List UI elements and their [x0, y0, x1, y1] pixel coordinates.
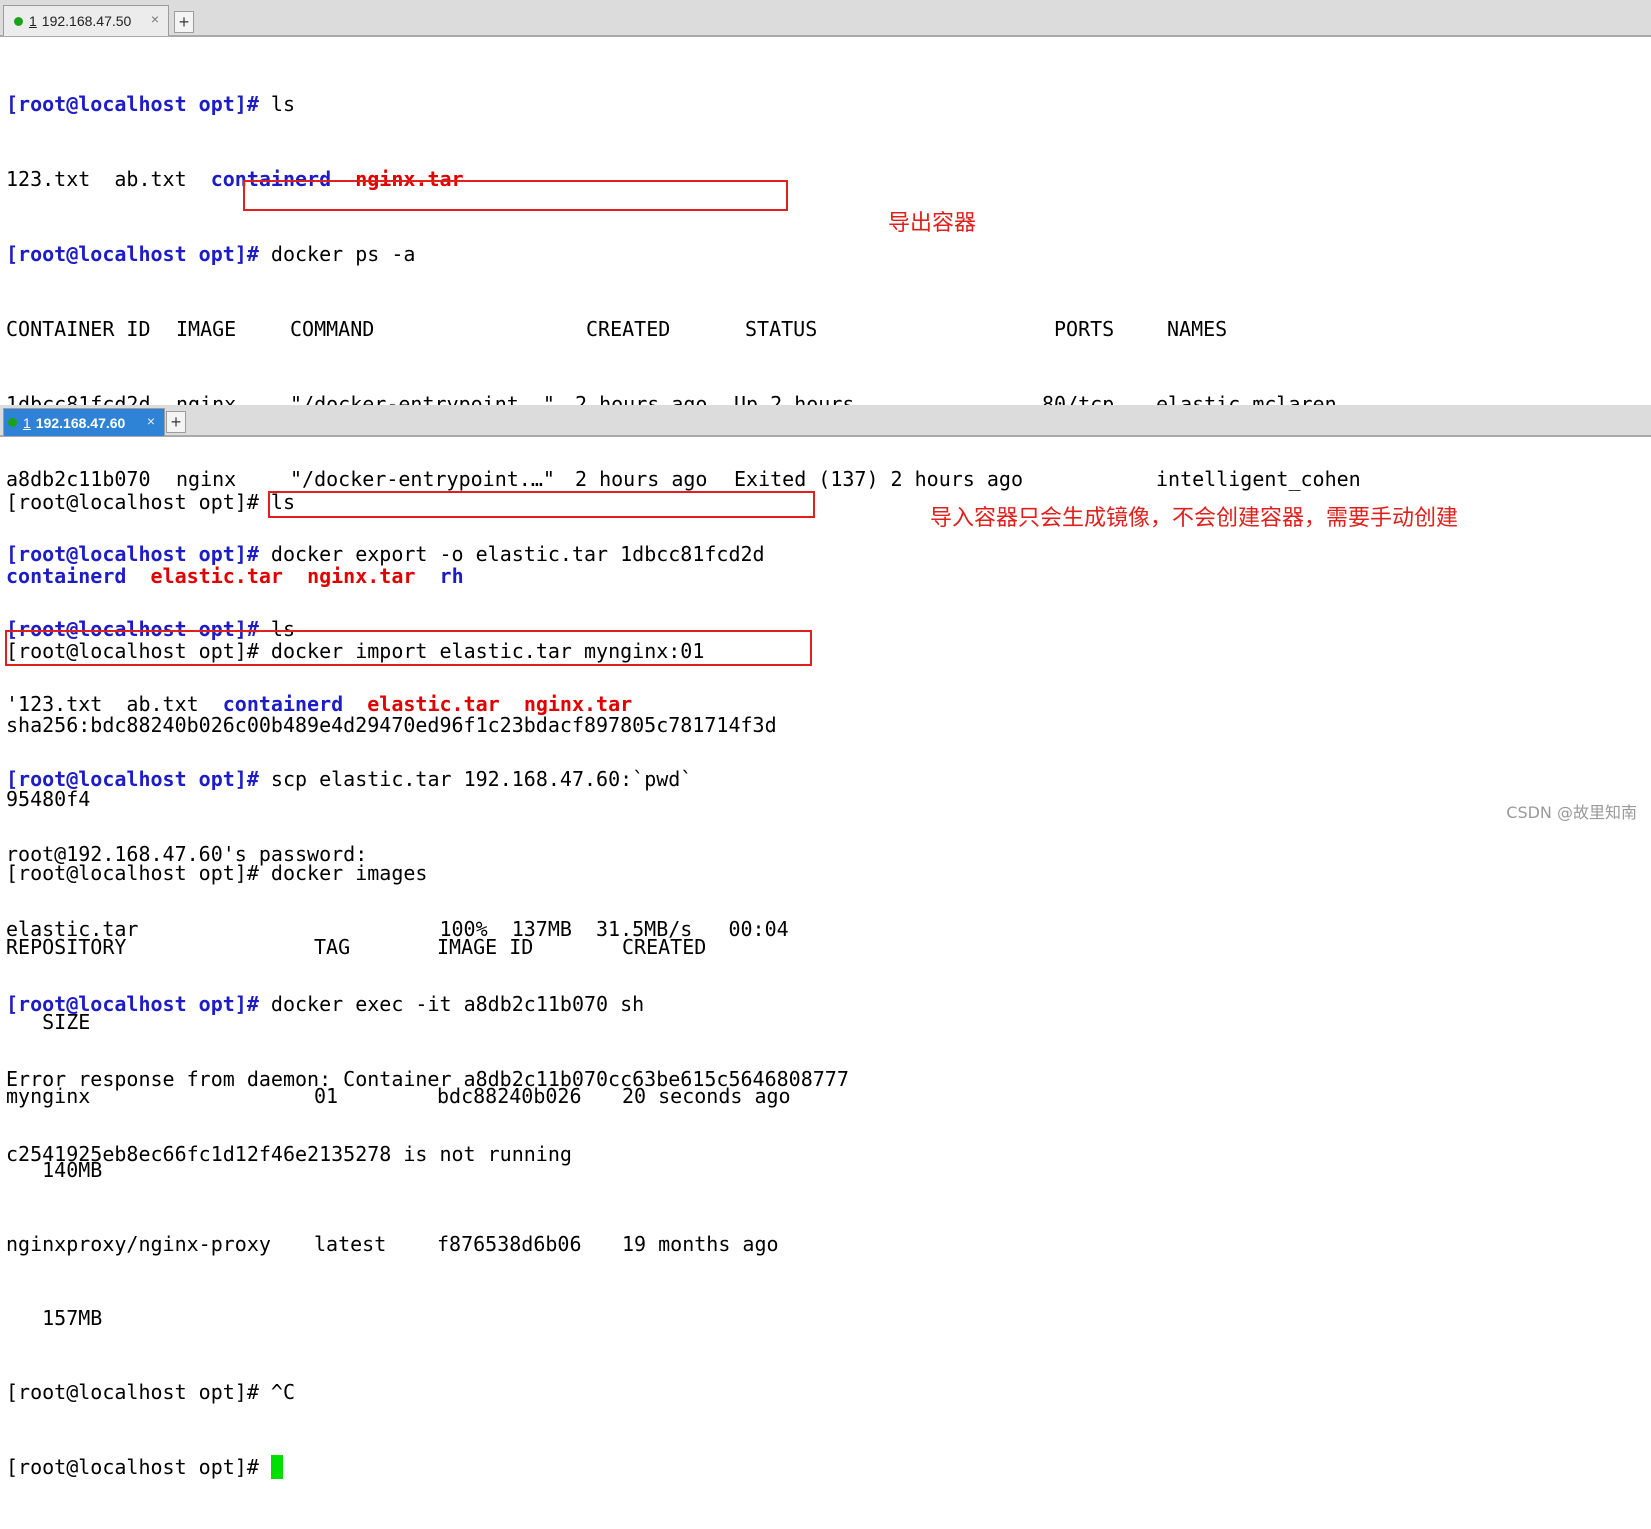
table-cell: 19 months ago	[622, 1232, 779, 1257]
table-header: IMAGE ID	[437, 935, 534, 960]
table-row-wrap: 140MB	[6, 1157, 103, 1182]
add-tab-button[interactable]: +	[174, 11, 194, 33]
annotation-export-container: 导出容器	[888, 211, 977, 236]
file-listing: 123.txt ab.txt	[6, 167, 211, 191]
tab-host: 192.168.47.50	[41, 13, 132, 29]
table-row-wrap: 157MB	[6, 1306, 103, 1331]
shell-prompt: [root@localhost opt]#	[6, 242, 259, 266]
table-cell: f876538d6b06	[437, 1232, 582, 1257]
annotation-import-container: 导入容器只会生成镜像，不会创建容器，需要手动创建	[930, 506, 1459, 531]
shell-prompt: [root@localhost opt]#	[6, 1454, 271, 1479]
tab-number: 1	[23, 414, 31, 431]
connected-status-icon	[8, 418, 17, 427]
terminal-line: 95480f4	[6, 786, 91, 811]
images-header-row: REPOSITORY TAG IMAGE ID CREATED	[6, 935, 777, 960]
ps-header-row: CONTAINER ID IMAGE COMMAND CREATED STATU…	[6, 317, 1227, 342]
bottom-terminal-pane[interactable]: 1 192.168.47.60 × + [root@localhost opt]…	[0, 405, 1651, 1479]
table-row: mynginx 01 bdc88240b026 20 seconds ago	[6, 1083, 791, 1109]
terminal-line: sha256:bdc88240b026c00b489e4d29470ed96f1…	[6, 712, 777, 737]
bottom-tab-bar: 1 192.168.47.60 × +	[0, 405, 1651, 437]
terminal-line: [root@localhost opt]# ls	[6, 92, 849, 117]
tab-number: 1	[29, 13, 37, 29]
table-header: STATUS	[745, 317, 818, 341]
close-icon[interactable]: ×	[147, 413, 155, 429]
images-header-wrap: SIZE	[6, 1009, 91, 1034]
table-header: NAMES	[1167, 317, 1228, 341]
archive-name: nginx.tar	[307, 564, 416, 589]
terminal-line: [root@localhost opt]# docker ps -a	[6, 242, 849, 267]
top-tab-bar: 1 192.168.47.50 × +	[0, 0, 1651, 37]
table-cell: nginxproxy/nginx-proxy	[6, 1232, 271, 1257]
table-header: IMAGE	[176, 317, 237, 341]
shell-prompt: [root@localhost opt]#	[6, 92, 259, 116]
watermark: CSDN @故里知南	[1506, 803, 1637, 822]
directory-name: rh	[439, 564, 464, 589]
table-header: CREATED	[586, 317, 671, 341]
table-cell: mynginx	[6, 1083, 91, 1108]
table-cell: latest	[314, 1232, 387, 1257]
terminal-line: [root@localhost opt]# ^C	[6, 1380, 295, 1405]
archive-name: elastic.tar	[150, 564, 283, 589]
table-cell: bdc88240b026	[437, 1083, 582, 1108]
highlight-box-import	[268, 491, 815, 518]
tab-host: 192.168.47.60	[35, 414, 126, 431]
command-text: docker ps -a	[258, 242, 416, 266]
table-header: CREATED	[622, 935, 707, 960]
connected-status-icon	[14, 16, 23, 26]
table-header: COMMAND	[290, 317, 375, 341]
add-tab-button[interactable]: +	[166, 411, 186, 433]
highlight-box-export	[243, 180, 788, 211]
table-header: REPOSITORY	[6, 935, 127, 960]
table-header: CONTAINER ID	[6, 317, 151, 341]
terminal-line: [root@localhost opt]#	[6, 1454, 777, 1480]
terminal-cursor	[270, 1454, 283, 1479]
directory-name: containerd	[6, 564, 127, 589]
table-row: nginxproxy/nginx-proxy latest f876538d6b…	[6, 1232, 779, 1257]
terminal-line: [root@localhost opt]# docker images	[6, 861, 428, 886]
table-cell: 01	[314, 1083, 339, 1108]
highlight-box-mynginx-row	[5, 630, 812, 666]
table-cell: 20 seconds ago	[622, 1083, 791, 1108]
terminal-line: containerd elastic.tar nginx.tar rh	[6, 564, 777, 589]
table-header: TAG	[314, 935, 351, 960]
close-icon[interactable]: ×	[151, 11, 159, 27]
bottom-terminal-output[interactable]: [root@localhost opt]# ls containerd elas…	[6, 441, 791, 1529]
tab-session-192-168-47-50[interactable]: 1 192.168.47.50 ×	[3, 5, 169, 36]
top-terminal-pane[interactable]: 1 192.168.47.50 × + [root@localhost opt]…	[0, 0, 1651, 1166]
table-header: PORTS	[1054, 317, 1115, 341]
tab-session-192-168-47-60[interactable]: 1 192.168.47.60 ×	[3, 408, 165, 436]
command-text: ls	[258, 92, 295, 116]
